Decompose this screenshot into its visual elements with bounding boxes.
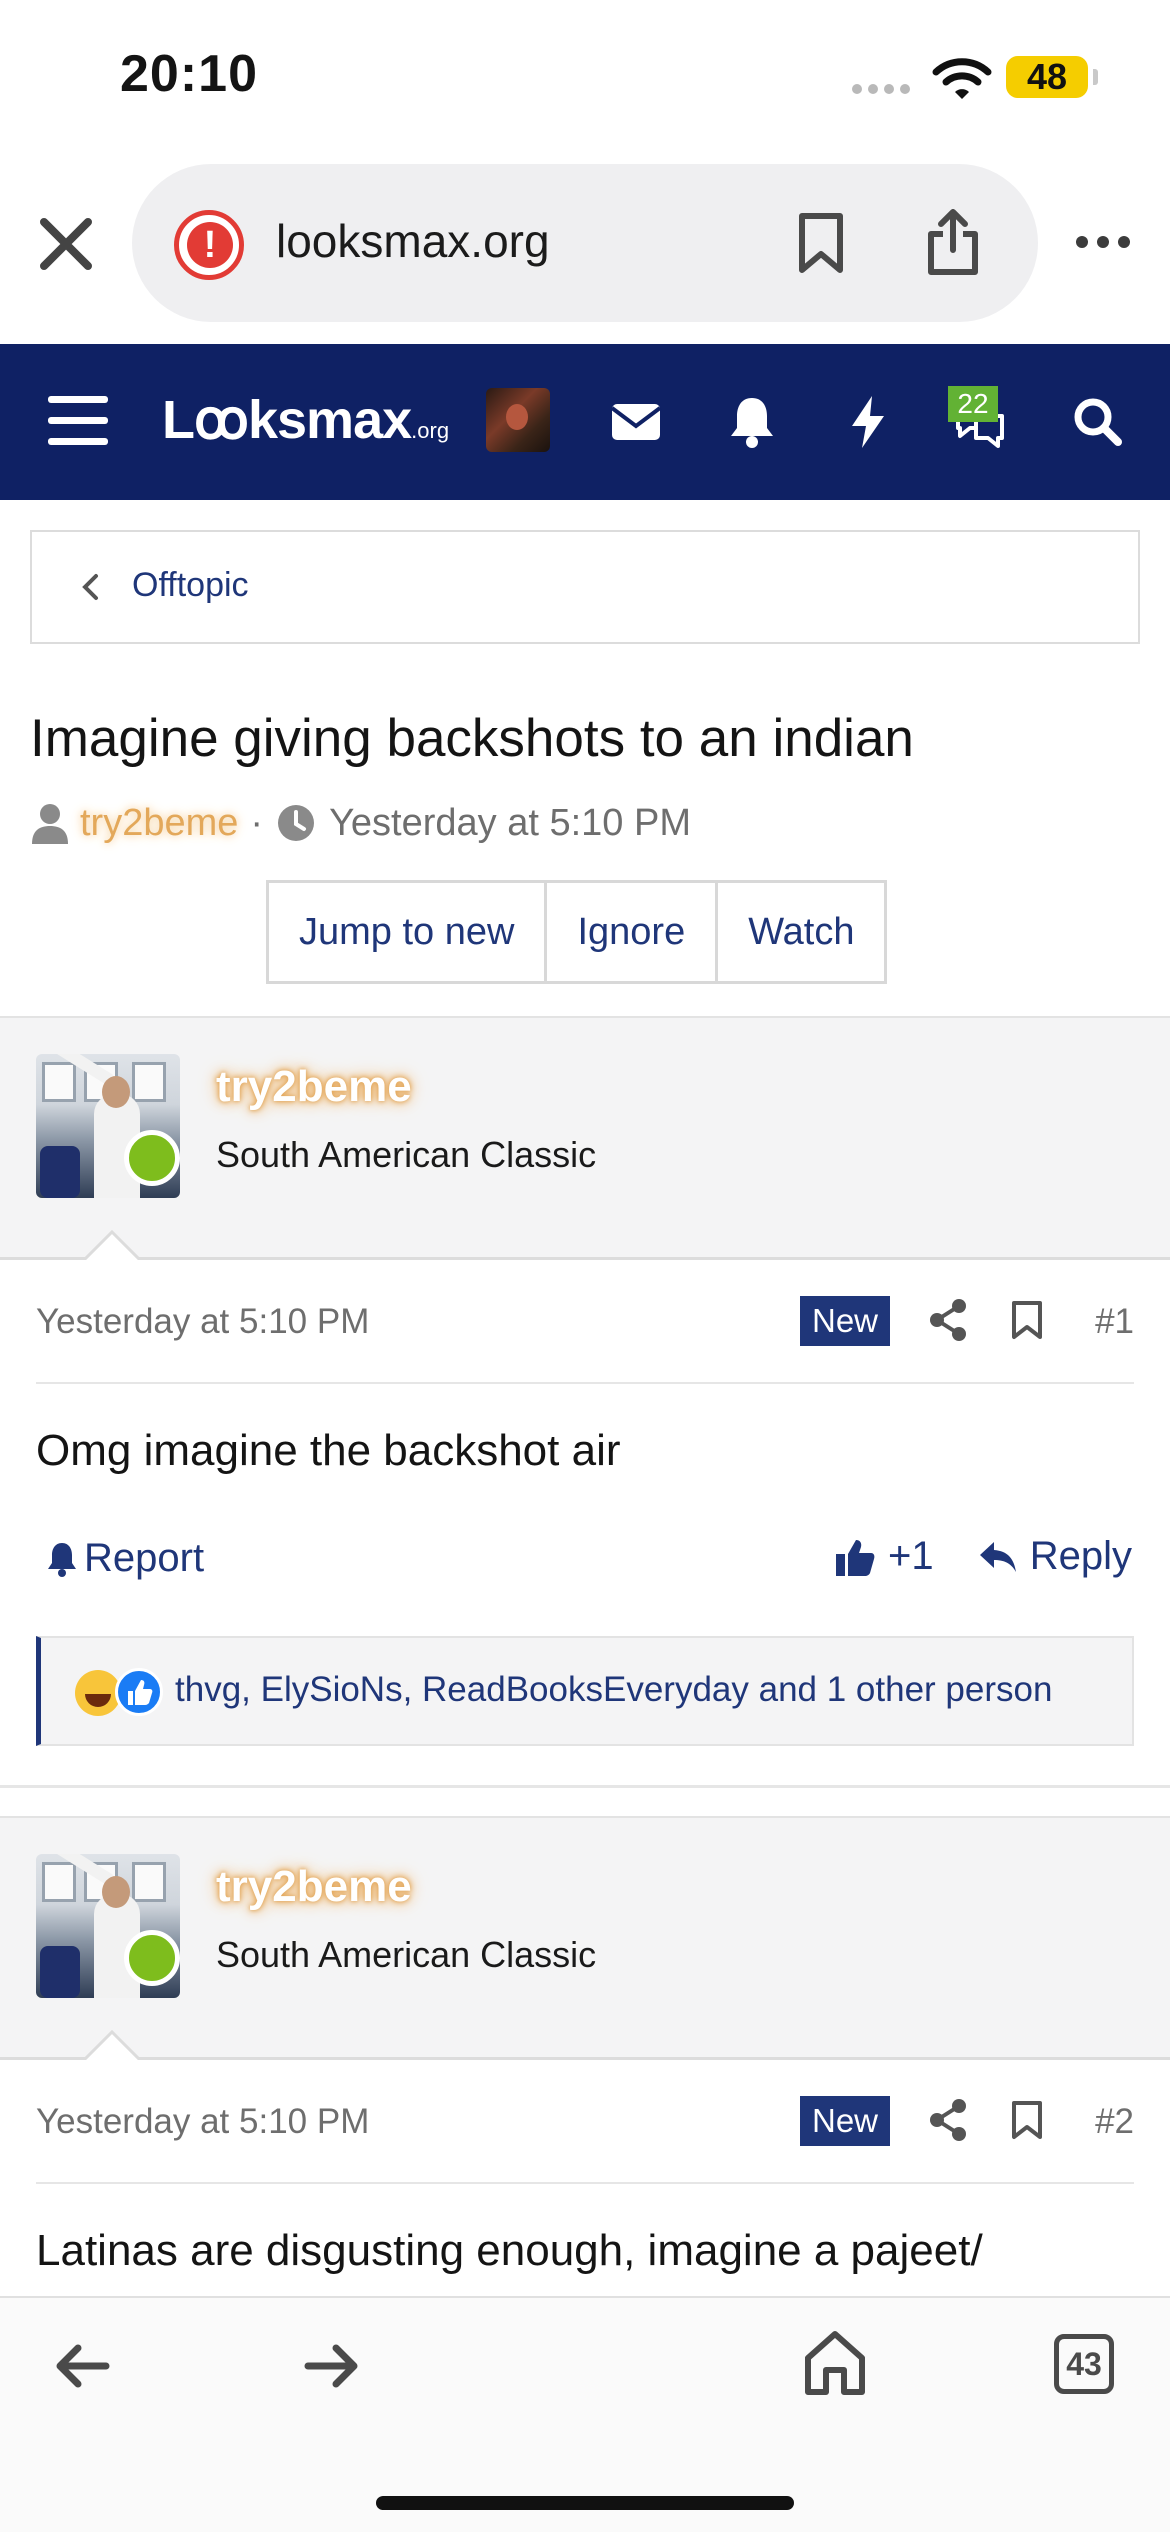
bolt-icon[interactable]: [838, 392, 898, 452]
conversations-count-badge: 22: [948, 386, 998, 422]
like-button[interactable]: +1: [834, 1534, 934, 1579]
tabs-icon[interactable]: 43: [1054, 2334, 1114, 2394]
online-indicator: [124, 1130, 180, 1186]
more-icon[interactable]: [1076, 236, 1130, 248]
close-icon[interactable]: [38, 216, 94, 272]
breadcrumb-link[interactable]: Offtopic: [132, 566, 249, 605]
address-bar[interactable]: looksmax.org: [132, 164, 1038, 322]
post-username[interactable]: try2beme: [216, 1062, 412, 1112]
thread-meta: try2beme · Yesterday at 5:10 PM: [30, 796, 691, 850]
post-number[interactable]: #2: [1095, 2102, 1134, 2142]
bell-icon[interactable]: [722, 392, 782, 452]
back-icon[interactable]: [52, 2338, 112, 2394]
user-title: South American Classic: [216, 1934, 597, 1975]
reply-button[interactable]: Reply: [978, 1534, 1132, 1579]
bookmark-icon[interactable]: [1010, 2100, 1044, 2140]
report-bell-icon: [48, 1542, 76, 1577]
home-icon[interactable]: [802, 2328, 868, 2398]
share-icon[interactable]: [928, 2098, 968, 2142]
forward-icon[interactable]: [302, 2338, 362, 2394]
bookmark-icon[interactable]: [796, 212, 846, 274]
like-count: +1: [888, 1534, 934, 1578]
post-separator: [0, 1785, 1170, 1788]
browser-bar: looksmax.org: [0, 160, 1170, 330]
mail-icon[interactable]: [606, 392, 666, 452]
online-indicator: [124, 1930, 180, 1986]
chevron-left-icon: [82, 574, 98, 600]
post-date[interactable]: Yesterday at 5:10 PM: [36, 2102, 369, 2142]
user-avatar[interactable]: [486, 388, 550, 452]
warning-icon[interactable]: [174, 210, 244, 280]
site-navbar: Lꝏksmax.org 22: [0, 344, 1170, 500]
clock-icon: [278, 805, 315, 841]
reactions-bar[interactable]: thvg, ElySioNs, ReadBooksEveryday and 1 …: [36, 1636, 1134, 1746]
post-actions: Report +1 Reply: [36, 1530, 1134, 1590]
logo-suffix: .org: [411, 418, 450, 443]
post-number[interactable]: #1: [1095, 1302, 1134, 1342]
menu-icon[interactable]: [48, 396, 108, 446]
meta-separator: ·: [250, 801, 264, 844]
new-badge: New: [800, 2096, 890, 2146]
home-indicator: [376, 2496, 794, 2510]
url-text[interactable]: looksmax.org: [276, 214, 550, 268]
thread-button-group: Jump to new Ignore Watch: [266, 880, 888, 984]
site-logo[interactable]: Lꝏksmax.org: [162, 388, 449, 451]
share-icon[interactable]: [925, 208, 981, 276]
post-user-header: try2beme South American Classic: [0, 1816, 1170, 2060]
thumbs-up-icon: [836, 1539, 875, 1576]
wifi-icon: [932, 58, 992, 99]
report-button[interactable]: Report: [46, 1536, 204, 1581]
thread-author[interactable]: try2beme: [80, 802, 238, 845]
post-date[interactable]: Yesterday at 5:10 PM: [36, 1302, 369, 1342]
report-label: Report: [84, 1536, 205, 1580]
post-arrow: [84, 2030, 140, 2060]
post-body: Latinas are disgusting enough, imagine a…: [36, 2226, 983, 2275]
status-time: 20:10: [120, 45, 258, 103]
share-icon[interactable]: [928, 1298, 968, 1342]
search-icon[interactable]: [1068, 392, 1128, 452]
watch-button[interactable]: Watch: [718, 883, 884, 981]
post-meta: Yesterday at 5:10 PM New #1: [36, 1260, 1134, 1384]
reply-label: Reply: [1029, 1534, 1132, 1578]
reactions-list[interactable]: thvg, ElySioNs, ReadBooksEveryday and 1 …: [175, 1670, 1052, 1710]
thread-date[interactable]: Yesterday at 5:10 PM: [329, 802, 691, 845]
like-reaction-icon: [115, 1668, 163, 1716]
user-title: South American Classic: [216, 1134, 597, 1175]
post-body: Omg imagine the backshot air: [36, 1426, 621, 1475]
logo-main: Lꝏksmax: [162, 390, 412, 450]
status-bar: 20:10 48: [0, 0, 1170, 150]
jump-to-new-button[interactable]: Jump to new: [269, 883, 548, 981]
ignore-button[interactable]: Ignore: [547, 883, 719, 981]
post-arrow: [84, 1230, 140, 1260]
person-icon: [32, 804, 68, 844]
post-user-header: try2beme South American Classic: [0, 1016, 1170, 1260]
breadcrumb[interactable]: Offtopic: [30, 530, 1140, 644]
bookmark-icon[interactable]: [1010, 1300, 1044, 1340]
post-meta: Yesterday at 5:10 PM New #2: [36, 2060, 1134, 2184]
signal-icon: [852, 84, 910, 94]
browser-toolbar: 43: [0, 2296, 1170, 2532]
thread-title: Imagine giving backshots to an indian: [30, 709, 914, 768]
battery-indicator: 48: [1006, 56, 1098, 98]
reply-icon: [979, 1541, 1016, 1572]
new-badge: New: [800, 1296, 890, 1346]
post-username[interactable]: try2beme: [216, 1862, 412, 1912]
